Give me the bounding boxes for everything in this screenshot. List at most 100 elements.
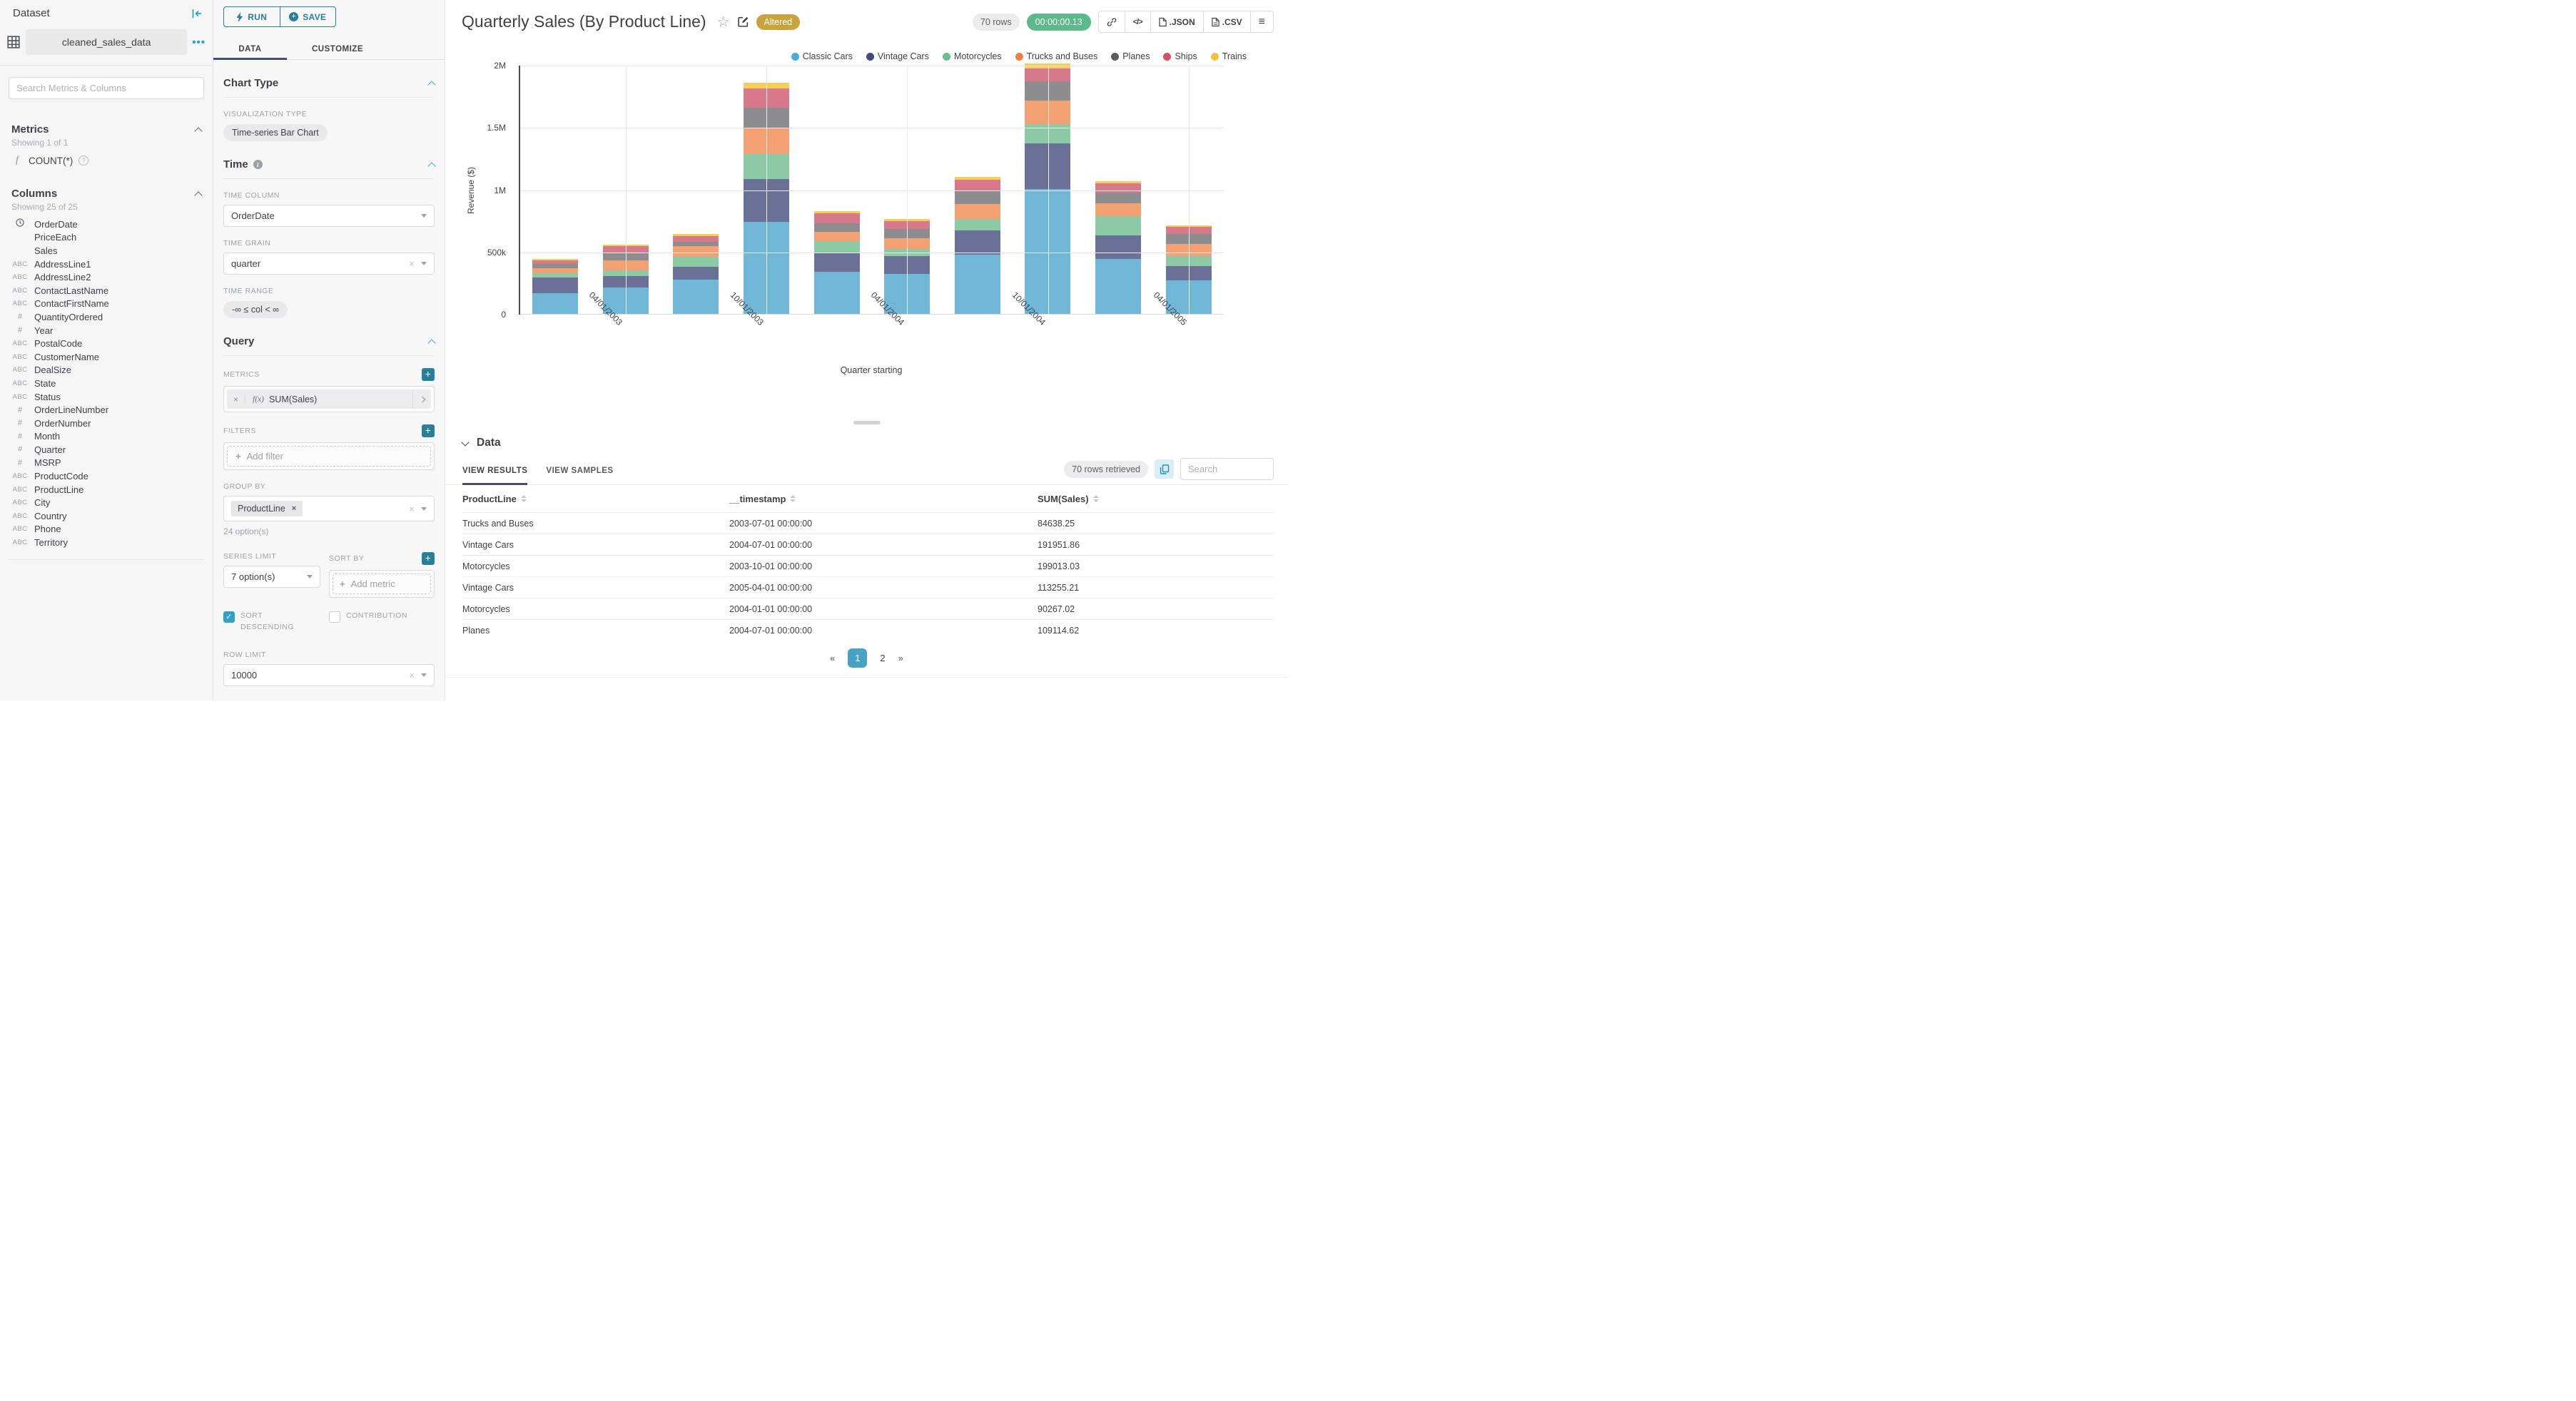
column-item[interactable]: ABC PostalCode — [0, 337, 213, 350]
altered-badge[interactable]: Altered — [756, 14, 801, 30]
collapse-section-icon[interactable] — [427, 80, 436, 89]
bar-segment[interactable] — [673, 245, 719, 257]
legend-item[interactable]: Motorcycles — [942, 51, 1002, 61]
tab-view-results[interactable]: VIEW RESULTS — [462, 467, 528, 485]
copy-data-button[interactable] — [1155, 459, 1174, 479]
sort-descending-checkbox[interactable]: ✓ — [223, 611, 235, 623]
dataset-options-icon[interactable]: ••• — [192, 36, 206, 49]
column-item[interactable]: ABC City — [0, 496, 213, 509]
bar-segment[interactable] — [1095, 215, 1142, 235]
column-item[interactable]: ABC Territory — [0, 536, 213, 549]
tab-view-samples[interactable]: VIEW SAMPLES — [546, 467, 613, 484]
pagination-prev[interactable]: « — [830, 653, 835, 663]
column-item[interactable]: ABC CustomerName — [0, 350, 213, 364]
bar-segment[interactable] — [954, 254, 1000, 315]
row-limit-select[interactable]: 10000 × — [223, 663, 435, 686]
add-sort-metric-dropzone[interactable]: + Add metric — [333, 574, 431, 594]
collapse-section-icon[interactable] — [427, 338, 436, 347]
bar-segment[interactable] — [532, 293, 579, 315]
bar-segment[interactable] — [813, 223, 860, 232]
add-metric-button[interactable]: + — [422, 368, 435, 381]
bar-segment[interactable] — [813, 252, 860, 272]
bar-segment[interactable] — [813, 271, 860, 315]
pagination-next[interactable]: » — [898, 653, 903, 663]
clear-icon[interactable]: × — [409, 258, 415, 269]
metric-pill[interactable]: × f(x) SUM(Sales) — [227, 389, 431, 409]
bar-segment[interactable] — [673, 266, 719, 280]
metric-item[interactable]: f COUNT(*) ? — [0, 155, 213, 166]
share-link-button[interactable] — [1099, 11, 1125, 32]
bar-segment[interactable] — [673, 256, 719, 267]
column-item[interactable]: ABC DealSize — [0, 364, 213, 377]
bar-segment[interactable] — [954, 180, 1000, 191]
panel-resize-handle[interactable] — [853, 421, 881, 424]
time-range-pill[interactable]: -∞ ≤ col < ∞ — [223, 301, 288, 318]
column-header[interactable]: __timestamp — [729, 494, 1038, 504]
add-sort-metric-button[interactable]: + — [422, 552, 435, 565]
clear-icon[interactable]: × — [409, 670, 415, 681]
bar-segment[interactable] — [1095, 235, 1142, 259]
metrics-columns-search-input[interactable] — [9, 77, 204, 99]
column-item[interactable]: ABC AddressLine1 — [0, 258, 213, 271]
group-by-select[interactable]: ProductLine × × — [223, 496, 435, 521]
column-item[interactable]: PriceEach — [0, 231, 213, 245]
collapse-metrics-icon[interactable] — [194, 126, 203, 136]
series-limit-select[interactable]: 7 option(s) — [223, 566, 320, 588]
column-item[interactable]: ABC ProductCode — [0, 469, 213, 483]
column-item[interactable]: ABC Phone — [0, 523, 213, 536]
stacked-bar[interactable] — [954, 176, 1000, 315]
add-filter-button[interactable]: + — [422, 424, 435, 437]
bar-segment[interactable] — [813, 231, 860, 242]
collapse-data-icon[interactable] — [461, 437, 470, 447]
viz-type-pill[interactable]: Time-series Bar Chart — [223, 124, 328, 141]
more-menu-button[interactable]: ≡ — [1249, 11, 1273, 32]
stacked-bar[interactable] — [532, 259, 579, 315]
group-by-chip[interactable]: ProductLine × — [231, 501, 303, 516]
time-grain-select[interactable]: quarter × — [223, 253, 435, 275]
bar-segment[interactable] — [954, 219, 1000, 231]
embed-code-button[interactable]: </> — [1124, 11, 1150, 32]
export-json-button[interactable]: .JSON — [1150, 11, 1203, 32]
run-button[interactable]: RUN — [223, 6, 280, 27]
bar-segment[interactable] — [1095, 258, 1142, 315]
bar-segment[interactable] — [1095, 193, 1142, 204]
export-csv-button[interactable]: .CSV — [1202, 11, 1250, 32]
legend-item[interactable]: Trucks and Buses — [1015, 51, 1097, 61]
pagination-page[interactable]: 1 — [848, 648, 868, 668]
column-item[interactable]: ABC Country — [0, 509, 213, 523]
column-item[interactable]: ABC ContactFirstName — [0, 297, 213, 311]
stacked-bar[interactable] — [673, 233, 719, 315]
column-header[interactable]: ProductLine — [462, 494, 729, 504]
results-search-input[interactable] — [1180, 458, 1274, 480]
tab-customize[interactable]: CUSTOMIZE — [287, 39, 388, 59]
remove-chip-icon[interactable]: × — [292, 504, 296, 513]
column-item[interactable]: OrderDate — [0, 218, 213, 231]
bar-segment[interactable] — [1095, 183, 1142, 193]
chevron-right-icon[interactable] — [412, 389, 431, 409]
column-item[interactable]: # MSRP — [0, 457, 213, 470]
column-item[interactable]: # Quarter — [0, 443, 213, 457]
tab-data[interactable]: DATA — [213, 39, 287, 60]
column-item[interactable]: ABC ProductLine — [0, 483, 213, 496]
column-item[interactable]: # OrderNumber — [0, 417, 213, 430]
add-filter-dropzone[interactable]: + Add filter — [227, 446, 431, 467]
bar-segment[interactable] — [813, 213, 860, 224]
column-item[interactable]: # Year — [0, 324, 213, 337]
bar-segment[interactable] — [532, 277, 579, 294]
pagination-page[interactable]: 2 — [880, 653, 885, 663]
legend-item[interactable]: Trains — [1210, 51, 1247, 61]
bar-segment[interactable] — [954, 190, 1000, 205]
column-header[interactable]: SUM(Sales) — [1038, 494, 1274, 504]
column-item[interactable]: Sales — [0, 244, 213, 258]
time-column-select[interactable]: OrderDate — [223, 205, 435, 227]
bar-segment[interactable] — [813, 241, 860, 253]
legend-item[interactable]: Classic Cars — [791, 51, 853, 61]
column-item[interactable]: ABC ContactLastName — [0, 284, 213, 297]
bar-segment[interactable] — [954, 204, 1000, 220]
bar-segment[interactable] — [954, 230, 1000, 255]
collapse-section-icon[interactable] — [427, 161, 436, 170]
bar-segment[interactable] — [1095, 203, 1142, 216]
collapse-columns-icon[interactable] — [194, 190, 203, 200]
favorite-star-icon[interactable]: ☆ — [717, 15, 730, 29]
edit-title-icon[interactable] — [737, 16, 749, 28]
